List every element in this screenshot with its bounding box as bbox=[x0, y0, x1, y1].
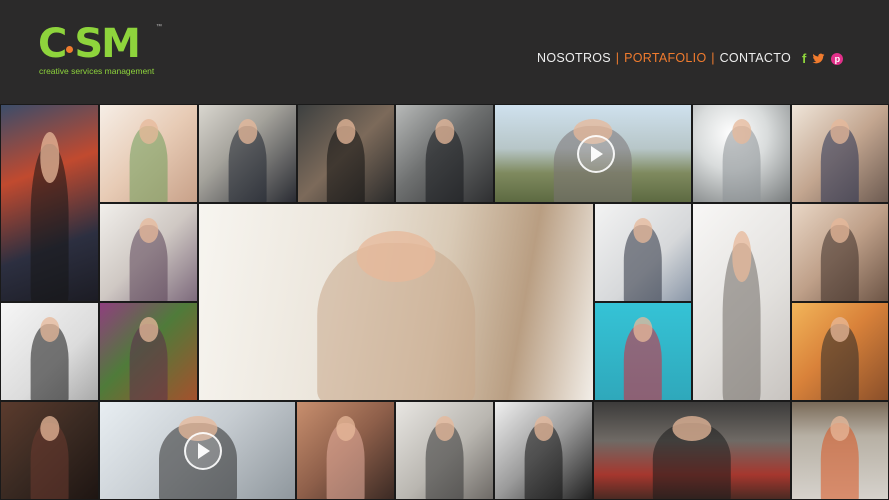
photo-black-lingerie-video[interactable] bbox=[99, 401, 296, 500]
nav-separator: | bbox=[711, 51, 715, 65]
site-header: C SM ™ creative services management NOSOT… bbox=[0, 0, 889, 104]
pinterest-icon[interactable]: p bbox=[831, 52, 844, 65]
photo-featured-portrait[interactable] bbox=[198, 203, 594, 401]
photo-grey-gown[interactable] bbox=[692, 203, 791, 401]
logo-orange-dot bbox=[66, 46, 74, 53]
portfolio-gallery bbox=[0, 104, 889, 500]
photo-floral-jacket[interactable] bbox=[0, 302, 99, 401]
photo-man-knit-sweater[interactable] bbox=[198, 104, 297, 203]
main-nav: NOSOTROS | PORTAFOLIO | CONTACTO bbox=[537, 51, 791, 65]
photo-lingerie-mirror[interactable] bbox=[791, 203, 889, 302]
photo-jewelry-portrait[interactable] bbox=[99, 104, 198, 203]
facebook-icon[interactable]: f bbox=[802, 52, 806, 65]
photo-woman-bw[interactable] bbox=[494, 401, 593, 500]
photo-hat-closet[interactable] bbox=[0, 401, 99, 500]
model-head bbox=[356, 231, 436, 283]
photo-silver-outfit[interactable] bbox=[692, 104, 791, 203]
play-video-icon[interactable] bbox=[577, 135, 615, 173]
nav-portafolio[interactable]: PORTAFOLIO bbox=[624, 51, 706, 65]
logo-trademark: ™ bbox=[156, 24, 162, 30]
photo-lingerie-pair[interactable] bbox=[296, 401, 395, 500]
nav-nosotros[interactable]: NOSOTROS bbox=[537, 51, 611, 65]
photo-cafe-signage[interactable] bbox=[593, 401, 791, 500]
photo-fur-coat-car[interactable] bbox=[494, 104, 692, 203]
photo-man-suit-coat[interactable] bbox=[395, 104, 494, 203]
csm-logo[interactable]: C SM ™ creative services management bbox=[38, 24, 163, 80]
photo-city-street-model[interactable] bbox=[0, 104, 99, 302]
photo-blonde-lingerie[interactable] bbox=[297, 104, 395, 203]
social-links: f p bbox=[802, 52, 844, 65]
nav-contacto[interactable]: CONTACTO bbox=[720, 51, 791, 65]
photo-umbrella-coat[interactable] bbox=[791, 401, 889, 500]
photo-red-bra[interactable] bbox=[594, 302, 692, 401]
logo-tagline: creative services management bbox=[39, 66, 155, 76]
photo-autumn-model[interactable] bbox=[791, 302, 889, 401]
photo-navy-dress-mannequins[interactable] bbox=[791, 104, 889, 203]
logo-letters-sm: SM bbox=[74, 21, 141, 67]
photo-purple-knit-model[interactable] bbox=[99, 203, 198, 302]
logo-letter-c: C bbox=[38, 21, 67, 67]
photo-photographer-dog[interactable] bbox=[594, 203, 692, 302]
photo-man-cardigan[interactable] bbox=[395, 401, 494, 500]
logo-mark: C SM bbox=[38, 21, 141, 67]
play-video-icon[interactable] bbox=[184, 432, 222, 470]
photo-garden-dress[interactable] bbox=[99, 302, 198, 401]
twitter-icon[interactable] bbox=[812, 52, 825, 65]
nav-separator: | bbox=[615, 51, 620, 65]
